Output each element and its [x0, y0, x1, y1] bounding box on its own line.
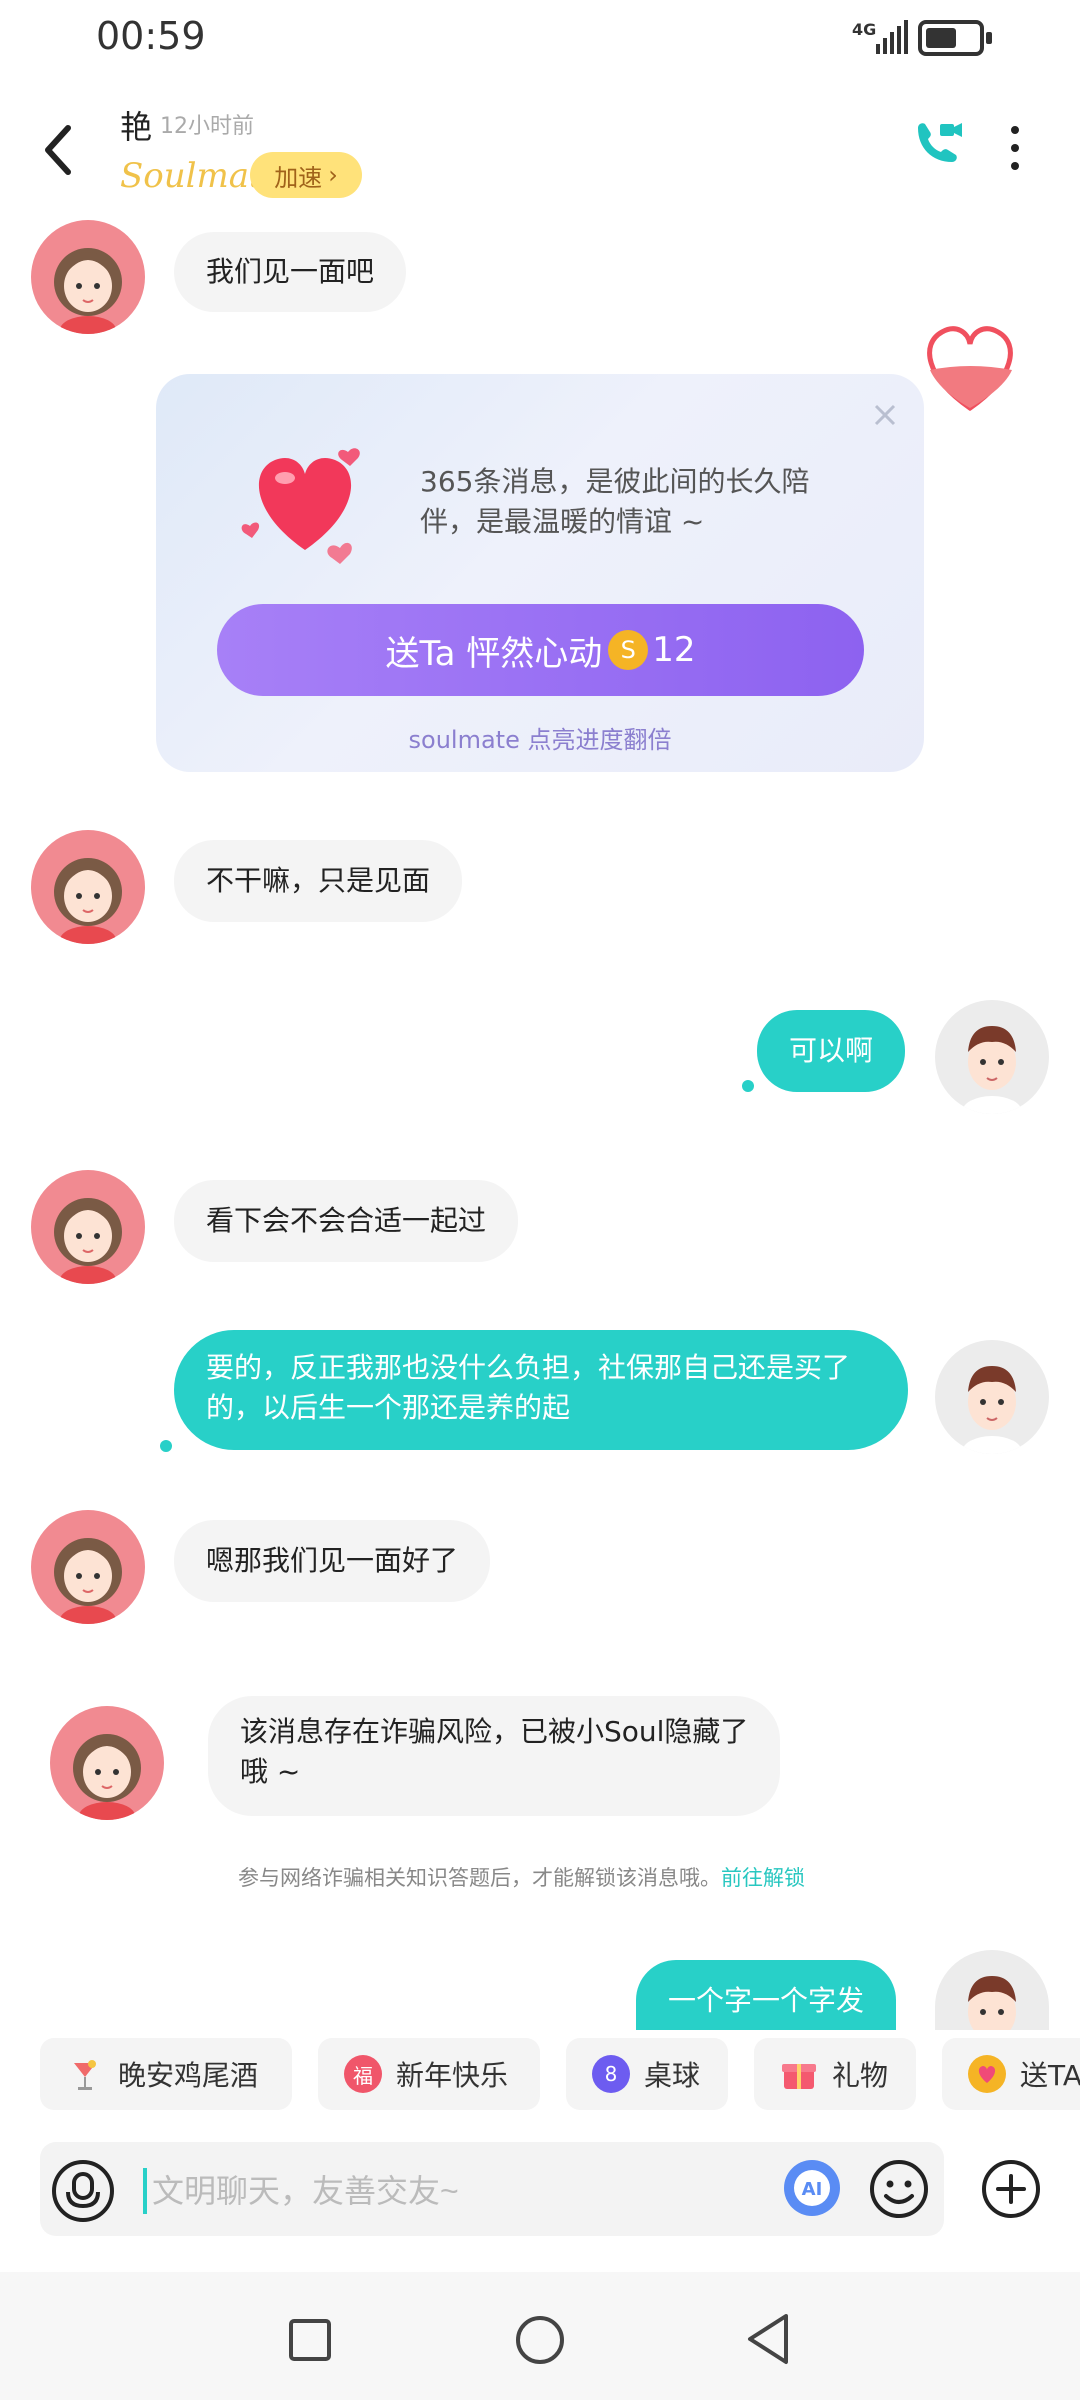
coin-icon: S [608, 630, 649, 670]
fraud-notice-text: 参与网络诈骗相关知识答题后，才能解锁该消息哦。 [238, 1866, 721, 1890]
chip-label: 桌球 [644, 2059, 701, 2092]
boy-avatar-icon [962, 1366, 1022, 1454]
fraud-notice: 参与网络诈骗相关知识答题后，才能解锁该消息哦。前往解锁 [238, 1862, 805, 1892]
intimacy-heart-icon[interactable] [916, 318, 1024, 414]
chip-label: 晚安鸡尾酒 [118, 2059, 259, 2092]
recent-apps-icon[interactable] [288, 2318, 332, 2362]
girl-avatar-icon [54, 248, 122, 334]
send-heart-icon [968, 2055, 1006, 2093]
message-bubble-outgoing[interactable]: 要的，反正我那也没什么负担，社保那自己还是买了的，以后生一个那还是养的起 [174, 1330, 908, 1450]
message-bubble-incoming[interactable]: 我们见一面吧 [174, 232, 407, 312]
ai-assistant-icon[interactable]: AI [782, 2158, 842, 2218]
chip-cocktail[interactable]: 晚安鸡尾酒 [40, 2038, 292, 2110]
boost-label: 加速 [274, 163, 323, 192]
gift-subtext: soulmate 点亮进度翻倍 [408, 726, 672, 754]
signal-icon [876, 20, 908, 54]
chip-label: 送TA [1020, 2059, 1080, 2092]
chevron-right-icon: › [328, 161, 338, 189]
message-bubble-outgoing[interactable]: 一个字一个字发 [636, 1960, 897, 2030]
battery-icon [918, 20, 992, 56]
sent-status-dot [742, 1080, 754, 1092]
my-avatar[interactable] [935, 1000, 1049, 1114]
gift-description: 365条消息，是彼此间的长久陪伴，是最温暖的情谊 ~ [420, 465, 810, 538]
unlock-link[interactable]: 前往解锁 [721, 1866, 805, 1890]
chip-label: 新年快乐 [396, 2059, 509, 2092]
girl-avatar-icon [73, 1734, 141, 1820]
contact-avatar[interactable] [31, 220, 145, 334]
girl-avatar-icon [54, 1538, 122, 1624]
home-icon[interactable] [514, 2314, 566, 2366]
phone-call-icon[interactable] [910, 118, 966, 174]
my-avatar[interactable] [935, 1340, 1049, 1454]
send-gift-label: 送Ta 怦然心动 [385, 633, 603, 674]
my-avatar[interactable] [935, 1950, 1049, 2030]
chip-label: 礼物 [832, 2059, 889, 2092]
status-time: 00:59 [96, 14, 206, 58]
message-bubble-incoming[interactable]: 看下会不会合适一起过 [174, 1180, 519, 1262]
new-year-icon: 福 [344, 2055, 382, 2093]
chip-gift[interactable]: 礼物 [754, 2038, 916, 2110]
message-bubble-outgoing[interactable]: 可以啊 [757, 1010, 906, 1092]
contact-avatar[interactable] [50, 1706, 164, 1820]
gift-icon [780, 2055, 818, 2093]
back-icon[interactable] [38, 120, 88, 180]
nav-back-icon[interactable] [744, 2312, 792, 2366]
chip-new-year[interactable]: 福 新年快乐 [318, 2038, 540, 2110]
girl-avatar-icon [54, 1198, 122, 1284]
text-caret [143, 2168, 147, 2214]
boost-button[interactable]: 加速 › [250, 152, 362, 198]
girl-avatar-icon [54, 858, 122, 944]
message-bubble-incoming[interactable]: 嗯那我们见一面好了 [174, 1520, 491, 1602]
contact-avatar[interactable] [31, 1170, 145, 1284]
chip-billiard[interactable]: 8 桌球 [566, 2038, 728, 2110]
message-bubble-incoming[interactable]: 不干嘛，只是见面 [174, 840, 463, 922]
boy-avatar-icon [968, 1976, 1016, 2030]
cocktail-icon [66, 2055, 104, 2093]
close-icon[interactable] [870, 400, 900, 430]
last-seen: 12小时前 [160, 114, 254, 139]
send-gift-button[interactable]: 送Ta 怦然心动 S 12 [217, 604, 864, 696]
network-type: 4G [852, 20, 877, 39]
contact-avatar[interactable] [31, 830, 145, 944]
voice-icon[interactable] [50, 2158, 116, 2224]
contact-name[interactable]: 艳 [120, 102, 152, 148]
plus-icon[interactable] [980, 2158, 1042, 2220]
billiard-icon: 8 [592, 2055, 630, 2093]
contact-avatar[interactable] [31, 1510, 145, 1624]
svg-text:AI: AI [802, 2179, 823, 2200]
gift-price: 12 [652, 630, 696, 670]
chip-send-heart[interactable]: 送TA [942, 2038, 1080, 2110]
emoji-icon[interactable] [868, 2158, 930, 2220]
message-input[interactable] [150, 2166, 750, 2216]
boy-avatar-icon [962, 1026, 1022, 1114]
more-options-icon[interactable] [1000, 118, 1030, 178]
heart-icon [241, 448, 360, 564]
hidden-message-bubble[interactable]: 该消息存在诈骗风险，已被小Soul隐藏了哦 ~ [208, 1696, 780, 1816]
sent-status-dot [160, 1440, 172, 1452]
